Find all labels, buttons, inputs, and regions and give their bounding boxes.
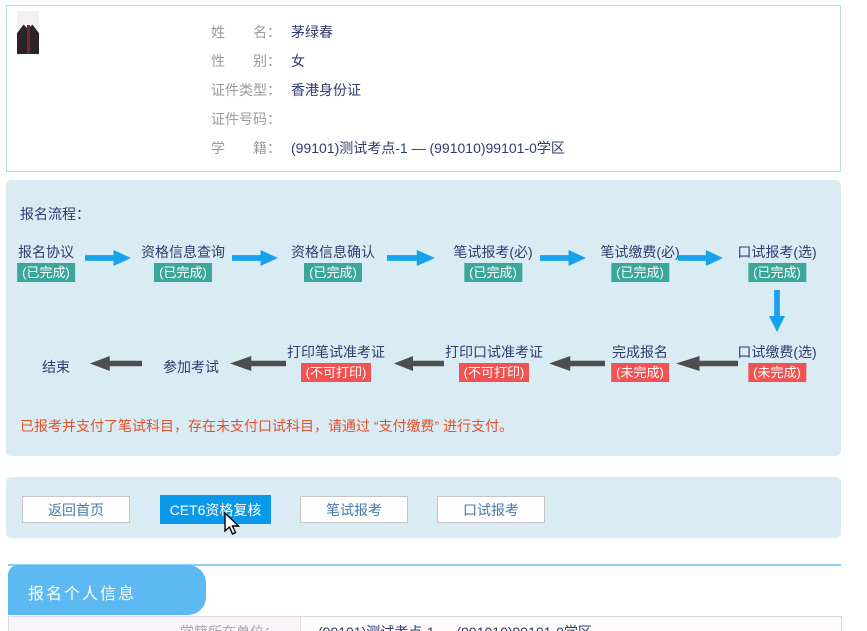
flow-step-take-exam: 参加考试 bbox=[163, 357, 219, 377]
mouse-cursor-icon bbox=[224, 512, 241, 536]
arrow-left-icon bbox=[676, 356, 738, 371]
arrow-left-icon bbox=[230, 356, 286, 371]
flow-step-print-written-ticket: 打印笔试准考证 (不可打印) bbox=[287, 344, 385, 382]
flow-step-written-pay: 笔试缴费(必) (已完成) bbox=[600, 244, 679, 282]
table-row-value: (99101)测试考点-1 — (991010)99101-0学区 bbox=[302, 617, 841, 631]
flow-step-written-register: 笔试报考(必) (已完成) bbox=[453, 244, 532, 282]
field-value: (99101)测试考点-1 — (991010)99101-0学区 bbox=[291, 139, 565, 157]
oral-exam-register-button[interactable]: 口试报考 bbox=[437, 496, 545, 523]
status-badge: (不可打印) bbox=[301, 363, 372, 382]
step-name: 资格信息确认 bbox=[291, 244, 375, 260]
flow-step-qualification-query: 资格信息查询 (已完成) bbox=[141, 244, 225, 282]
status-badge: (已完成) bbox=[748, 263, 806, 282]
arrow-left-icon bbox=[90, 356, 142, 371]
tie-shape bbox=[27, 25, 30, 54]
arrow-right-icon bbox=[387, 250, 435, 266]
arrow-right-icon bbox=[540, 250, 586, 266]
table-row-label: 学籍所在单位： bbox=[9, 617, 301, 631]
arrow-left-icon bbox=[394, 356, 444, 371]
arrow-down-icon bbox=[769, 290, 785, 332]
step-name: 完成报名 bbox=[611, 344, 669, 360]
flow-step-print-oral-ticket: 打印口试准考证 (不可打印) bbox=[445, 344, 543, 382]
step-name: 笔试报考(必) bbox=[453, 244, 532, 260]
step-name: 打印笔试准考证 bbox=[287, 344, 385, 360]
arrow-right-icon bbox=[232, 250, 278, 266]
profile-panel: 姓 名： 茅绿春 性 别： 女 证件类型： 香港身份证 证件号码： 学 籍： (… bbox=[6, 5, 841, 172]
step-name: 报名协议 bbox=[17, 244, 75, 260]
cet6-qualification-review-button[interactable]: CET6资格复核 bbox=[160, 495, 271, 524]
flow-step-end: 结束 bbox=[42, 357, 70, 377]
status-badge: (已完成) bbox=[611, 263, 669, 282]
field-value: 香港身份证 bbox=[291, 81, 361, 99]
arrow-right-icon bbox=[678, 250, 723, 266]
flow-title: 报名流程： bbox=[20, 204, 90, 224]
step-name: 笔试缴费(必) bbox=[600, 244, 679, 260]
page: 姓 名： 茅绿春 性 别： 女 证件类型： 香港身份证 证件号码： 学 籍： (… bbox=[0, 0, 867, 631]
personal-info-tab-title: 报名个人信息 bbox=[28, 580, 136, 604]
field-label: 性 别： bbox=[211, 52, 295, 70]
id-photo bbox=[17, 11, 39, 54]
step-name: 资格信息查询 bbox=[141, 244, 225, 260]
status-badge: (已完成) bbox=[154, 263, 212, 282]
arrow-left-icon bbox=[549, 356, 605, 371]
personal-info-tab: 报名个人信息 bbox=[8, 565, 206, 615]
status-badge: (未完成) bbox=[611, 363, 669, 382]
status-badge: (已完成) bbox=[304, 263, 362, 282]
status-badge: (不可打印) bbox=[459, 363, 530, 382]
status-badge: (已完成) bbox=[464, 263, 522, 282]
flow-step-oral-pay: 口试缴费(选) (未完成) bbox=[737, 344, 816, 382]
back-home-button[interactable]: 返回首页 bbox=[22, 496, 130, 523]
field-value: 茅绿春 bbox=[291, 23, 333, 41]
step-name: 打印口试准考证 bbox=[445, 344, 543, 360]
flow-step-qualification-confirm: 资格信息确认 (已完成) bbox=[291, 244, 375, 282]
field-label: 姓 名： bbox=[211, 23, 295, 41]
field-label: 证件号码： bbox=[211, 110, 295, 128]
flow-step-oral-register: 口试报考(选) (已完成) bbox=[737, 244, 816, 282]
status-badge: (已完成) bbox=[17, 263, 75, 282]
registration-flow-panel: 报名流程： 报名协议 (已完成) 资格信息查询 (已完成) 资格信息确认 (已完… bbox=[6, 180, 841, 456]
step-name: 口试缴费(选) bbox=[737, 344, 816, 360]
field-value: 女 bbox=[291, 52, 305, 70]
flow-step-agreement: 报名协议 (已完成) bbox=[17, 244, 75, 282]
step-name: 口试报考(选) bbox=[737, 244, 816, 260]
payment-notice: 已报考并支付了笔试科目，存在未支付口试科目，请通过 “支付缴费” 进行支付。 bbox=[20, 416, 513, 436]
status-badge: (未完成) bbox=[748, 363, 806, 382]
field-label: 学 籍： bbox=[211, 139, 295, 157]
flow-step-finish-registration: 完成报名 (未完成) bbox=[611, 344, 669, 382]
arrow-right-icon bbox=[85, 250, 131, 266]
action-buttons-panel: 返回首页 CET6资格复核 笔试报考 口试报考 bbox=[6, 477, 841, 538]
personal-info-table: 学籍所在单位： (99101)测试考点-1 — (991010)99101-0学… bbox=[8, 616, 842, 631]
written-exam-register-button[interactable]: 笔试报考 bbox=[300, 496, 408, 523]
field-label: 证件类型： bbox=[211, 81, 295, 99]
